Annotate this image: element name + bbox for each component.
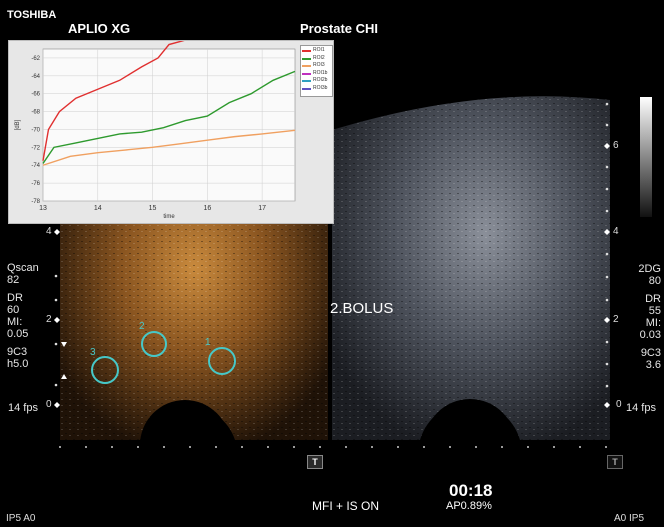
param-gain-right: 80 bbox=[648, 275, 661, 287]
y-tick-label: -64 bbox=[31, 74, 40, 80]
depth-label-left-2: 2 bbox=[46, 314, 52, 325]
plot-area bbox=[42, 48, 296, 202]
legend-entry: ROI3 bbox=[313, 62, 325, 68]
param-freq-right: 3.6 bbox=[645, 359, 661, 371]
preset-name: Prostate CHI bbox=[300, 21, 379, 36]
roi-label-1: 1 bbox=[205, 337, 211, 348]
x-tick-label: 15 bbox=[149, 205, 157, 212]
param-mi-value-right: 0.03 bbox=[639, 329, 661, 341]
legend-swatch bbox=[302, 80, 311, 82]
system-name: APLIO XG bbox=[68, 21, 131, 36]
y-tick-label: -62 bbox=[31, 56, 40, 62]
left-parameters: Qscan 82 DR 60 MI: 0.05 9C3 h5.0 bbox=[7, 262, 39, 370]
tic-chart: -62-64-66-68-70-72-74-76-7813 14 15 16 17tim… bbox=[15, 41, 296, 220]
param-mode: Qscan bbox=[7, 262, 39, 274]
legend-entry: ROI2 bbox=[313, 54, 325, 61]
acoustic-power: AP0.89% bbox=[446, 500, 492, 512]
elapsed-timer: 00:18 bbox=[449, 481, 493, 500]
param-probe-right: 9C3 bbox=[640, 347, 661, 359]
right-frame-rate: 14 fps bbox=[626, 402, 656, 414]
tic-graph: -62 -64 -66 -68 -70 -72 -74 -76 -78 13 14 15 16 17 tim… bbox=[8, 40, 334, 224]
gray-scale-bar bbox=[640, 97, 652, 217]
x-tick-label: 16 bbox=[203, 205, 211, 212]
x-axis-label: time bbox=[163, 214, 175, 220]
depth-label-left-0: 0 bbox=[46, 399, 52, 410]
transducer-orientation-button-left[interactable]: T bbox=[307, 455, 323, 469]
depth-label-right-2: 2 bbox=[613, 314, 619, 325]
depth-label-right-4: 4 bbox=[613, 226, 619, 237]
y-axis-label: [dB] bbox=[15, 119, 21, 130]
legend-entry: ROI2b bbox=[313, 77, 328, 83]
param-mi-value: 0.05 bbox=[7, 328, 29, 340]
param-dr-label: DR bbox=[7, 292, 23, 304]
roi-label-2: 2 bbox=[139, 321, 145, 332]
legend-entry: ROI1 bbox=[313, 47, 325, 53]
manufacturer-logo: TOSHIBA bbox=[7, 9, 57, 21]
y-tick-label: -68 bbox=[31, 110, 40, 116]
depth-label-right-6: 6 bbox=[613, 140, 619, 151]
depth-label-right-0: 0 bbox=[616, 399, 622, 410]
footer-left-status: IP5 A0 bbox=[6, 513, 36, 524]
legend-entry: ROI3b bbox=[313, 84, 328, 91]
legend-swatch bbox=[302, 50, 311, 52]
legend-swatch bbox=[302, 65, 311, 67]
legend-swatch bbox=[302, 57, 311, 60]
param-mi-label-right: MI: bbox=[645, 317, 661, 329]
transducer-orientation-button-right[interactable]: T bbox=[607, 455, 623, 469]
ultrasound-screen: TOSHIBA APLIO XG Prostate CHI -62 -64 -66 -… bbox=[0, 0, 664, 527]
legend-swatch bbox=[302, 87, 311, 90]
x-tick-label: 13 bbox=[39, 205, 47, 212]
y-tick-label: -72 bbox=[31, 145, 40, 151]
x-tick-label: 17 bbox=[258, 205, 266, 212]
y-tick-label: -76 bbox=[31, 181, 40, 187]
bolus-label: 2.BOLUS bbox=[330, 300, 394, 317]
legend-entry: ROI1b bbox=[313, 69, 328, 76]
y-tick-label: -70 bbox=[31, 127, 40, 133]
legend-swatch bbox=[302, 72, 311, 75]
param-mi-label: MI: bbox=[7, 316, 23, 328]
param-freq: h5.0 bbox=[7, 358, 29, 370]
param-dr-value-right: 55 bbox=[648, 305, 661, 317]
chart-legend: ROI1 ROI2 ROI3 ROI1b ROI2b ROI3b bbox=[300, 45, 333, 97]
param-mode-right: 2DG bbox=[638, 263, 661, 275]
y-tick-label: -66 bbox=[31, 92, 40, 98]
param-dr-value: 60 bbox=[7, 304, 20, 316]
right-parameters: 2DG 80 DR 55 MI: 0.03 9C3 3.6 bbox=[633, 263, 661, 371]
footer-right-status: A0 IP5 bbox=[614, 513, 645, 524]
mode-status: MFI + IS ON bbox=[312, 499, 380, 513]
param-probe: 9C3 bbox=[7, 346, 28, 358]
y-tick-label: -74 bbox=[31, 163, 40, 169]
param-dr-label-right: DR bbox=[645, 293, 661, 305]
left-frame-rate: 14 fps bbox=[8, 402, 38, 414]
param-gain: 82 bbox=[7, 274, 20, 286]
x-tick-label: 14 bbox=[94, 205, 102, 212]
depth-label-left-4: 4 bbox=[46, 226, 52, 237]
roi-label-3: 3 bbox=[90, 347, 96, 358]
